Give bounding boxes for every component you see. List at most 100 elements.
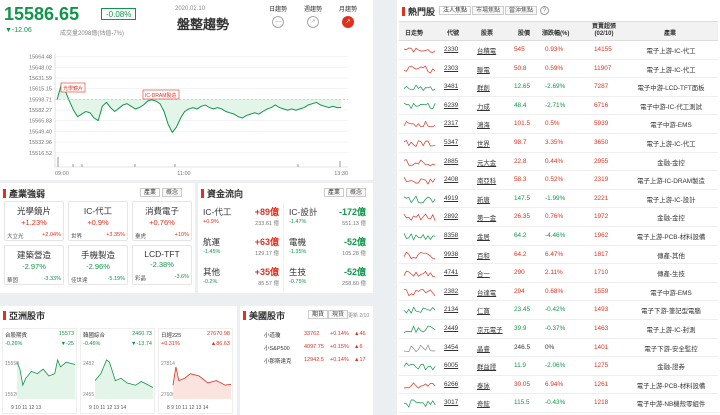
- hot-stock[interactable]: 群創: [477, 83, 490, 92]
- event-marker[interactable]: IC-DRAM製造: [142, 89, 180, 100]
- hot-stock[interactable]: 第一金: [477, 213, 496, 222]
- industry-item[interactable]: 消費電子 +0.76% 臺虎 +10%: [132, 201, 192, 241]
- industry-item[interactable]: IC-代工 +0.9% 世界 +3.35%: [68, 201, 128, 241]
- asia-market[interactable]: 日經225 27670.98 +0.31% ▲86.63 27814 27600 8 9 1…: [158, 328, 233, 414]
- hot-stock[interactable]: 力成: [477, 102, 490, 111]
- hot-industry[interactable]: 金融-金控: [627, 213, 715, 222]
- hot-code[interactable]: 3017: [444, 399, 458, 406]
- hot-industry[interactable]: 電子中游-IC-代工測試: [627, 102, 715, 111]
- hot-tab-market[interactable]: 市場焦點: [472, 6, 505, 15]
- hot-table-row[interactable]: 3481 群創 12.65 -2.69% 7287 電子中游-LCD-TFT面板: [399, 78, 718, 97]
- hot-stock[interactable]: 仁寶: [477, 306, 490, 315]
- hot-code[interactable]: 8358: [444, 232, 458, 239]
- hot-code[interactable]: 3481: [444, 83, 458, 90]
- hot-industry[interactable]: 金融-證券: [627, 362, 715, 371]
- hot-stock[interactable]: 奇鋐: [477, 399, 490, 408]
- us-row[interactable]: 小道瓊 33762 +0.14% ▲46: [242, 328, 371, 340]
- industry-item[interactable]: 建築營造 -2.97% 華固 -3.33%: [4, 245, 64, 285]
- hot-code[interactable]: 2885: [444, 158, 458, 165]
- hot-industry[interactable]: 電子中游-NB機殼零組件: [627, 399, 715, 408]
- hot-table-row[interactable]: 3017 奇鋐 115.5 -0.43% 1218 電子中游-NB機殼零組件: [399, 394, 718, 413]
- hot-industry[interactable]: 電子上游-PCB-材料設備: [627, 381, 715, 390]
- hot-code[interactable]: 4741: [444, 269, 458, 276]
- hot-industry[interactable]: 傳產-生技: [627, 269, 715, 278]
- hot-code[interactable]: 3454: [444, 344, 458, 351]
- hot-code[interactable]: 2303: [444, 65, 458, 72]
- hot-stock[interactable]: 世界: [477, 139, 490, 148]
- hot-code[interactable]: 2892: [444, 213, 458, 220]
- asia-market[interactable]: 台股期貨 15573 -0.26% ▼-25 15550 15520 9 10 11 12 …: [2, 328, 77, 414]
- hot-code[interactable]: 2449: [444, 325, 458, 332]
- hot-table-row[interactable]: 6266 泰詠 30.05 6.94% 1261 電子上游-PCB-材料設備: [399, 376, 718, 395]
- hot-code[interactable]: 6266: [444, 381, 458, 388]
- hot-table-row[interactable]: 2330 台積電 545 0.93% 14155 電子上游-IC-代工: [399, 41, 718, 60]
- hot-table-row[interactable]: 8358 金居 64.2 -4.46% 1962 電子上游-PCB-材料設備: [399, 227, 718, 246]
- hot-table-row[interactable]: 2317 鴻海 101.5 0.5% 5939 電子中游-EMS: [399, 115, 718, 134]
- hot-tab-institutional[interactable]: 法人焦點: [439, 6, 472, 15]
- capital-item[interactable]: IC-代工 +0.9% +89億 233.61 億: [200, 203, 284, 231]
- hot-stock[interactable]: 泰詠: [477, 381, 490, 390]
- hot-stock[interactable]: 金居: [477, 232, 490, 241]
- industry-item[interactable]: 光學鏡片 +1.23% 大立光 +2.04%: [4, 201, 64, 241]
- hot-table-row[interactable]: 3454 晶睿 246.5 0% 1401 電子下游-安全監控: [399, 339, 718, 358]
- industry-tab-industry[interactable]: 產業: [140, 188, 161, 197]
- hot-industry[interactable]: 電子上游-IC-代工: [627, 65, 715, 74]
- industry-item[interactable]: 手機製造 -2.96% 佳世達 -5.19%: [68, 245, 128, 285]
- hot-industry[interactable]: 電子中游-EMS: [627, 288, 715, 297]
- us-tab-futures[interactable]: 期貨: [308, 310, 329, 319]
- hot-code[interactable]: 9938: [444, 251, 458, 258]
- hot-table-row[interactable]: 2449 京元電子 39.9 -0.37% 1463 電子上游-IC-封測: [399, 320, 718, 339]
- hot-stock[interactable]: 新唐: [477, 195, 490, 204]
- hot-code[interactable]: 5347: [444, 139, 458, 146]
- hot-industry[interactable]: 傳產-其他: [627, 251, 715, 260]
- hot-table-row[interactable]: 4919 新唐 147.5 -1.99% 2221 電子上游-IC-設計: [399, 190, 718, 209]
- capital-item[interactable]: 電機 -1.35% -52億 105.28 億: [286, 233, 370, 261]
- hot-industry[interactable]: 電子上游-IC-代工: [627, 46, 715, 55]
- hot-industry[interactable]: 電子上游-IC-DRAM製造: [627, 176, 715, 185]
- industry-item[interactable]: LCD-TFT -2.38% 彩晶 -3.6%: [132, 245, 192, 285]
- hot-code[interactable]: 2382: [444, 288, 458, 295]
- asia-market[interactable]: 韓國綜合 2460.73 -0.46% ▼-13.74 2482 2455 9 10 11 …: [80, 328, 155, 414]
- capital-item[interactable]: 其他 -0.2% +35億 85.57 億: [200, 263, 284, 291]
- industry-tab-concept[interactable]: 概念: [162, 188, 183, 197]
- hot-stock[interactable]: 百和: [477, 251, 490, 260]
- hot-code[interactable]: 6005: [444, 362, 458, 369]
- us-row[interactable]: 小S&P500 4097.75 +0.15% ▲6: [242, 341, 371, 353]
- hot-stock[interactable]: 晶睿: [477, 344, 490, 353]
- hot-table-row[interactable]: 5347 世界 98.7 3.35% 3650 電子上游-IC-代工: [399, 134, 718, 153]
- hot-table-row[interactable]: 2134 仁寶 23.45 -0.42% 1493 電子下游-筆記型電腦: [399, 301, 718, 320]
- capital-item[interactable]: 航運 -1.45% +63億 129.17 億: [200, 233, 284, 261]
- hot-code[interactable]: 6239: [444, 102, 458, 109]
- hot-stock[interactable]: 鴻海: [477, 120, 490, 129]
- hot-stock[interactable]: 南亞科: [477, 176, 496, 185]
- hot-industry[interactable]: 電子上游-PCB-材料設備: [627, 232, 715, 241]
- event-marker[interactable]: 光學鏡片: [60, 82, 86, 93]
- hot-industry[interactable]: 電子中游-EMS: [627, 120, 715, 129]
- hot-table-row[interactable]: 2408 南亞科 58.3 0.52% 2319 電子上游-IC-DRAM製造: [399, 171, 718, 190]
- month-trend-button[interactable]: 月趨勢 ↗: [335, 4, 361, 28]
- hot-industry[interactable]: 金融-金控: [627, 158, 715, 167]
- hot-code[interactable]: 4919: [444, 195, 458, 202]
- us-tab-spot[interactable]: 現貨: [328, 310, 349, 319]
- hot-industry[interactable]: 電子上游-IC-代工: [627, 139, 715, 148]
- hot-table-row[interactable]: 2382 台達電 294 0.68% 1559 電子中游-EMS: [399, 283, 718, 302]
- capital-item[interactable]: IC-設計 -1.47% -172億 551.13 億: [286, 203, 370, 231]
- capital-item[interactable]: 生技 -0.75% -52億 258.60 億: [286, 263, 370, 291]
- hot-industry[interactable]: 電子下游-筆記型電腦: [627, 306, 715, 315]
- hot-table-row[interactable]: 2303 聯電 50.8 0.59% 11907 電子上游-IC-代工: [399, 60, 718, 79]
- hot-table-row[interactable]: 2885 元大金 22.8 0.44% 2955 金融-金控: [399, 153, 718, 172]
- hot-industry[interactable]: 電子上游-IC-設計: [627, 195, 715, 204]
- hot-code[interactable]: 2317: [444, 120, 458, 127]
- hot-table-row[interactable]: 6005 群益證 11.9 -2.06% 1275 金融-證券: [399, 357, 718, 376]
- hot-stock[interactable]: 台積電: [477, 46, 496, 55]
- hot-code[interactable]: 2408: [444, 176, 458, 183]
- capital-tab-industry[interactable]: 產業: [324, 188, 345, 197]
- hot-stock[interactable]: 元大金: [477, 158, 496, 167]
- hot-industry[interactable]: 電子上游-IC-封測: [627, 325, 715, 334]
- hot-table-row[interactable]: 6239 力成 48.4 -2.71% 6716 電子中游-IC-代工測試: [399, 97, 718, 116]
- hot-table-row[interactable]: 9938 百和 64.2 6.47% 1817 傳產-其他: [399, 246, 718, 265]
- hot-tab-daytrade[interactable]: 當沖焦點: [505, 6, 538, 15]
- day-trend-button[interactable]: 日趨勢 —: [265, 4, 291, 28]
- hot-stock[interactable]: 合一: [477, 269, 490, 278]
- hot-industry[interactable]: 電子中游-LCD-TFT面板: [627, 83, 715, 92]
